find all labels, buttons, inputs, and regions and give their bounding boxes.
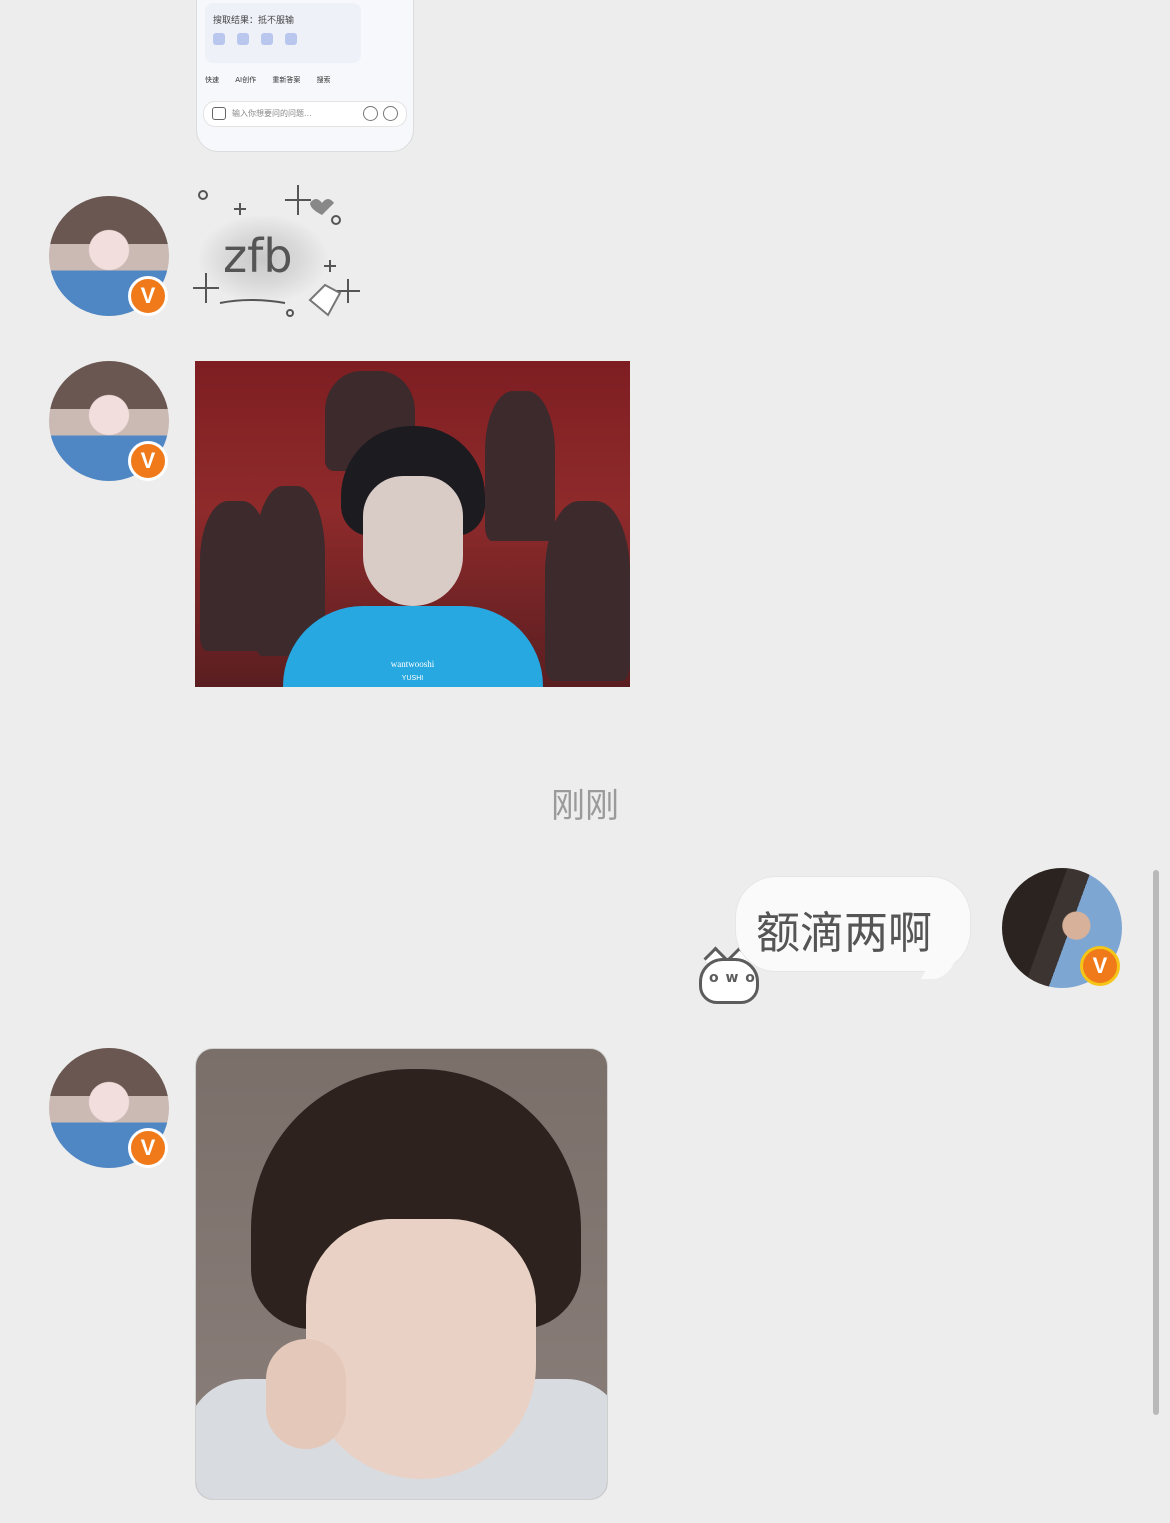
verified-badge: V	[128, 1128, 168, 1168]
screenshot-tool: 快速	[205, 76, 219, 84]
camera-icon	[212, 107, 226, 120]
share-icon	[285, 33, 297, 45]
outgoing-text-bubble[interactable]: 额滴两啊	[736, 877, 970, 979]
voice-icon	[363, 106, 378, 121]
screenshot-input-placeholder: 输入你想要问的问题...	[232, 109, 312, 118]
photo-subject	[283, 426, 543, 687]
verified-badge: V	[128, 441, 168, 481]
bubble-tail	[920, 961, 956, 979]
verified-badge: V	[128, 276, 168, 316]
photo-message[interactable]	[195, 1048, 608, 1500]
sound-icon	[237, 33, 249, 45]
subject-face	[363, 476, 463, 606]
sticker-message[interactable]: zfb	[190, 185, 360, 330]
verified-badge: V	[1080, 946, 1120, 986]
screenshot-action-icons	[213, 33, 297, 45]
bookmark-icon	[261, 33, 273, 45]
cat-face: o w o	[709, 970, 756, 986]
plus-icon	[383, 106, 398, 121]
screenshot-image-message[interactable]: 搜取结果：抵不服输 快速 AI创作 重新答案 搜索 输入你想要问的问题...	[196, 0, 414, 152]
subject-hand	[266, 1339, 346, 1449]
photo-message[interactable]: wantwooshi YUSHI	[195, 361, 630, 687]
timestamp: 刚刚	[0, 778, 1170, 827]
screenshot-tool: AI创作	[235, 76, 257, 84]
screenshot-input-bar: 输入你想要问的问题...	[203, 101, 407, 127]
screenshot-tool: 搜索	[316, 76, 331, 84]
sparkle-decoration	[193, 185, 360, 317]
screenshot-result-text: 搜取结果：抵不服输	[213, 16, 295, 26]
background-figure	[545, 501, 630, 681]
screenshot-toolbar: 快速 AI创作 重新答案 搜索	[205, 75, 413, 85]
timestamp-text: 刚刚	[551, 786, 619, 826]
photo-watermark-name: YUSHI	[401, 675, 424, 682]
message-text: 额滴两啊	[756, 908, 932, 959]
subject-face	[306, 1219, 536, 1479]
screenshot-tool: 重新答案	[272, 76, 301, 84]
photo-watermark: wantwooshi	[390, 659, 435, 669]
copy-icon	[213, 33, 225, 45]
scrollbar[interactable]	[1153, 870, 1159, 1415]
